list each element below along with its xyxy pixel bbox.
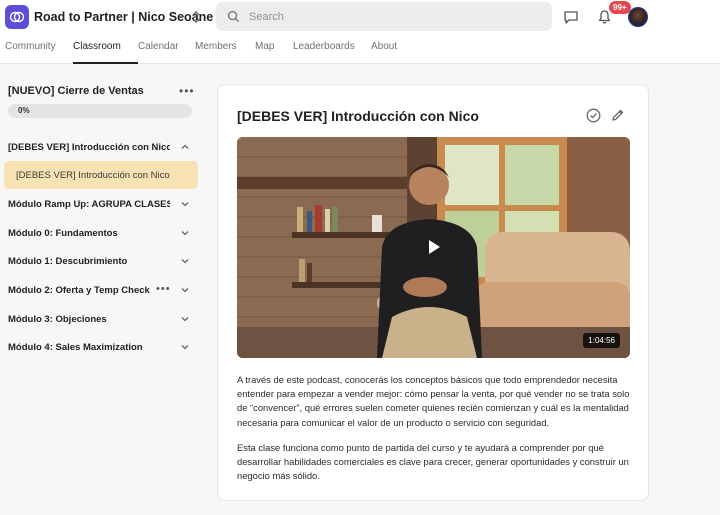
top-header: Road to Partner | Nico Seoane 99+ Commun… bbox=[0, 0, 720, 64]
tab-calendar[interactable]: Calendar bbox=[138, 37, 195, 64]
tab-members[interactable]: Members bbox=[195, 37, 255, 64]
chevron-down-icon bbox=[181, 231, 189, 236]
pencil-icon[interactable] bbox=[611, 108, 625, 122]
more-options-icon[interactable]: ••• bbox=[179, 84, 195, 98]
community-name[interactable]: Road to Partner | Nico Seoane bbox=[34, 10, 213, 24]
tab-leaderboards[interactable]: Leaderboards bbox=[293, 37, 371, 64]
tab-about[interactable]: About bbox=[371, 37, 411, 64]
course-title: [NUEVO] Cierre de Ventas bbox=[8, 85, 144, 97]
user-avatar[interactable] bbox=[628, 7, 648, 27]
community-logo[interactable] bbox=[5, 5, 29, 29]
chevron-down-icon bbox=[181, 202, 189, 207]
play-icon bbox=[428, 240, 440, 254]
more-options-icon[interactable]: ••• bbox=[156, 283, 171, 295]
video-player[interactable]: 1:04:56 bbox=[237, 137, 630, 358]
module-label: Módulo 0: Fundamentos bbox=[8, 227, 118, 239]
module-intro[interactable]: [DEBES VER] Introducción con Nico bbox=[8, 138, 192, 156]
chevron-up-icon bbox=[181, 144, 189, 149]
tab-classroom[interactable]: Classroom bbox=[73, 37, 138, 64]
video-duration: 1:04:56 bbox=[583, 333, 620, 348]
module-label: [DEBES VER] Introducción con Nico bbox=[8, 141, 170, 153]
chevron-down-icon bbox=[181, 259, 189, 264]
notification-badge: 99+ bbox=[609, 1, 631, 14]
chat-icon[interactable] bbox=[563, 9, 579, 25]
active-lesson-item[interactable]: [DEBES VER] Introducción con Nico bbox=[4, 161, 198, 189]
module-label: Módulo 2: Oferta y Temp Check bbox=[8, 284, 150, 296]
brain-icon bbox=[9, 11, 25, 23]
module-label: Módulo 3: Objeciones bbox=[8, 313, 107, 325]
check-circle-icon[interactable] bbox=[586, 108, 601, 123]
tab-community[interactable]: Community bbox=[5, 37, 73, 64]
chevron-down-icon bbox=[181, 345, 189, 350]
progress-label: 0% bbox=[18, 106, 30, 115]
play-button[interactable] bbox=[407, 229, 460, 265]
module-ramp-up[interactable]: Módulo Ramp Up: AGRUPA CLASES... bbox=[8, 195, 192, 213]
chevron-down-icon bbox=[181, 288, 189, 293]
module-1[interactable]: Módulo 1: Descubrimiento bbox=[8, 252, 192, 270]
lesson-card: [DEBES VER] Introducción con Nico 1:04:5… bbox=[217, 84, 649, 501]
course-progress-bar: 0% bbox=[8, 104, 192, 118]
lesson-description-paragraph: A través de este podcast, conocerás los … bbox=[237, 374, 630, 428]
module-label: Módulo Ramp Up: AGRUPA CLASES... bbox=[8, 198, 170, 210]
module-label: Módulo 1: Descubrimiento bbox=[8, 255, 128, 267]
module-0[interactable]: Módulo 0: Fundamentos bbox=[8, 224, 192, 242]
search-bar[interactable] bbox=[216, 2, 552, 31]
search-input[interactable] bbox=[249, 10, 529, 23]
main-nav: Community Classroom Calendar Members Map… bbox=[0, 37, 411, 64]
chevron-up-down-icon[interactable] bbox=[190, 9, 202, 25]
chevron-down-icon bbox=[181, 317, 189, 322]
tab-map[interactable]: Map bbox=[255, 37, 293, 64]
module-label: Módulo 4: Sales Maximization bbox=[8, 341, 143, 353]
module-2[interactable]: Módulo 2: Oferta y Temp Check ••• bbox=[8, 281, 192, 299]
lesson-description-paragraph: Esta clase funciona como punto de partid… bbox=[237, 442, 629, 482]
lesson-title: [DEBES VER] Introducción con Nico bbox=[237, 108, 479, 124]
module-4[interactable]: Módulo 4: Sales Maximization bbox=[8, 338, 192, 356]
module-3[interactable]: Módulo 3: Objeciones bbox=[8, 310, 192, 328]
search-icon bbox=[227, 10, 240, 23]
lesson-label: [DEBES VER] Introducción con Nico bbox=[16, 170, 170, 181]
